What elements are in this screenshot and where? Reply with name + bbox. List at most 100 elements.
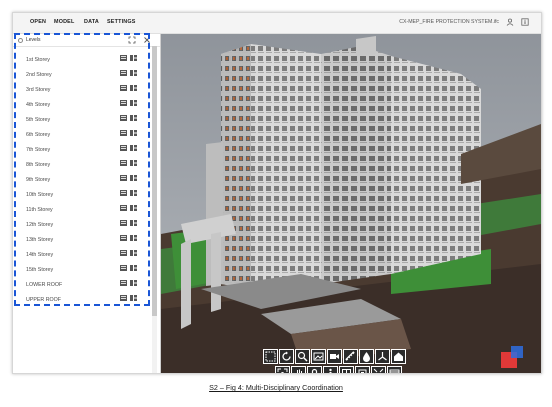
scrollbar-thumb[interactable]: [152, 46, 157, 316]
level-row[interactable]: 8th Storey: [13, 157, 153, 172]
show-level-icon[interactable]: [130, 265, 137, 271]
isolate-level-icon[interactable]: [120, 100, 127, 106]
isolate-level-icon[interactable]: [120, 70, 127, 76]
explode-icon: [373, 368, 384, 373]
rotate-button[interactable]: [279, 349, 294, 364]
menu-data[interactable]: DATA: [84, 19, 99, 25]
level-row[interactable]: 11th Storey: [13, 202, 153, 217]
show-level-icon[interactable]: [130, 55, 137, 61]
levels-panel-title: Levels: [26, 37, 41, 43]
isolate-level-icon[interactable]: [120, 295, 127, 301]
level-row[interactable]: 9th Storey: [13, 172, 153, 187]
clip-button[interactable]: [355, 366, 370, 373]
level-label: 13th Storey: [26, 237, 54, 243]
level-label: 5th Storey: [26, 117, 51, 123]
3d-model-viewport[interactable]: [161, 34, 541, 373]
levels-icon: [18, 38, 23, 43]
level-row[interactable]: 3rd Storey: [13, 82, 153, 97]
level-row[interactable]: 13th Storey: [13, 232, 153, 247]
isolate-level-icon[interactable]: [120, 160, 127, 166]
show-level-icon[interactable]: [130, 190, 137, 196]
show-level-icon[interactable]: [130, 130, 137, 136]
show-level-icon[interactable]: [130, 85, 137, 91]
measure-button[interactable]: [343, 349, 358, 364]
levels-list: 1st Storey 2nd Storey 3rd Storey 4th Storey…: [13, 52, 153, 307]
show-level-icon[interactable]: [130, 145, 137, 151]
image-button[interactable]: [311, 349, 326, 364]
isolate-level-icon[interactable]: [120, 85, 127, 91]
isolate-level-icon[interactable]: [120, 235, 127, 241]
show-level-icon[interactable]: [130, 160, 137, 166]
level-label: UPPER ROOF: [26, 297, 62, 303]
level-row[interactable]: 4th Storey: [13, 97, 153, 112]
menu-open[interactable]: OPEN: [30, 19, 46, 25]
menu-model[interactable]: MODEL: [54, 19, 74, 25]
show-level-icon[interactable]: [130, 175, 137, 181]
section-button[interactable]: [339, 366, 354, 373]
bim-viewer-window: OPEN MODEL DATA SETTINGS CX-MEP_FIRE PRO…: [12, 12, 542, 374]
show-level-icon[interactable]: [130, 220, 137, 226]
walk-button[interactable]: [323, 366, 338, 373]
pan-button[interactable]: [291, 366, 306, 373]
level-label: 10th Storey: [26, 192, 54, 198]
show-level-icon[interactable]: [130, 235, 137, 241]
isolate-level-icon[interactable]: [120, 205, 127, 211]
fit-button[interactable]: [275, 366, 290, 373]
level-row[interactable]: 7th Storey: [13, 142, 153, 157]
show-level-icon[interactable]: [130, 100, 137, 106]
level-row[interactable]: 14th Storey: [13, 247, 153, 262]
level-row[interactable]: UPPER ROOF: [13, 292, 153, 307]
window-button[interactable]: [387, 366, 402, 373]
level-label: 3rd Storey: [26, 87, 51, 93]
select-box-button[interactable]: [263, 349, 278, 364]
level-label: 12th Storey: [26, 222, 54, 228]
level-row[interactable]: 2nd Storey: [13, 67, 153, 82]
level-row[interactable]: 1st Storey: [13, 52, 153, 67]
section-icon: [342, 369, 351, 373]
home-icon: [394, 352, 403, 361]
show-level-icon[interactable]: [130, 205, 137, 211]
show-level-icon[interactable]: [130, 280, 137, 286]
menu-settings[interactable]: SETTINGS: [107, 19, 136, 25]
isolate-level-icon[interactable]: [120, 130, 127, 136]
isolate-level-icon[interactable]: [120, 145, 127, 151]
lock-button[interactable]: [307, 366, 322, 373]
level-row[interactable]: 15th Storey: [13, 262, 153, 277]
model-file-name: CX-MEP_FIRE PROTECTION SYSTEM.ifc: [399, 19, 499, 25]
isolate-level-icon[interactable]: [120, 55, 127, 61]
levels-scrollbar[interactable]: [152, 46, 157, 373]
rotate-icon: [282, 351, 291, 361]
levels-panel: Levels 1st Storey 2nd Storey 3rd Storey 4th…: [13, 34, 161, 373]
expand-icon[interactable]: [128, 36, 136, 44]
show-level-icon[interactable]: [130, 250, 137, 256]
show-level-icon[interactable]: [130, 115, 137, 121]
level-label: 15th Storey: [26, 267, 54, 273]
isolate-level-icon[interactable]: [120, 280, 127, 286]
isolate-level-icon[interactable]: [120, 190, 127, 196]
isolate-level-icon[interactable]: [120, 175, 127, 181]
clip-icon: [358, 369, 367, 373]
axes-button[interactable]: [375, 349, 390, 364]
close-icon[interactable]: [143, 36, 151, 44]
level-row[interactable]: 12th Storey: [13, 217, 153, 232]
info-icon[interactable]: [521, 18, 529, 26]
level-label: 4th Storey: [26, 102, 51, 108]
level-row[interactable]: 10th Storey: [13, 187, 153, 202]
isolate-level-icon[interactable]: [120, 265, 127, 271]
transparency-button[interactable]: [359, 349, 374, 364]
zoom-button[interactable]: [295, 349, 310, 364]
show-level-icon[interactable]: [130, 295, 137, 301]
home-button[interactable]: [391, 349, 406, 364]
isolate-level-icon[interactable]: [120, 115, 127, 121]
user-icon[interactable]: [506, 18, 514, 26]
level-row[interactable]: 5th Storey: [13, 112, 153, 127]
pan-icon: [296, 369, 302, 373]
level-row[interactable]: 6th Storey: [13, 127, 153, 142]
camera-button[interactable]: [327, 349, 342, 364]
isolate-level-icon[interactable]: [120, 220, 127, 226]
level-label: 9th Storey: [26, 177, 51, 183]
level-row[interactable]: LOWER ROOF: [13, 277, 153, 292]
explode-button[interactable]: [371, 366, 386, 373]
show-level-icon[interactable]: [130, 70, 137, 76]
isolate-level-icon[interactable]: [120, 250, 127, 256]
